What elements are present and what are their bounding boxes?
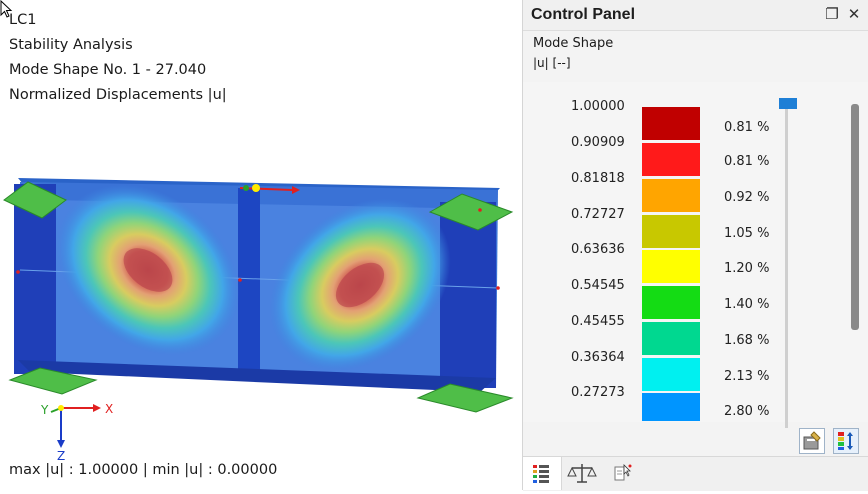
legend-value: 0.90909 <box>571 135 625 150</box>
restore-window-icon[interactable]: ❐ <box>823 5 841 23</box>
range-slider-handle[interactable] <box>779 98 797 109</box>
axis-triad: X Y Z <box>40 402 113 462</box>
result-info: LC1 Stability Analysis Mode Shape No. 1 … <box>9 8 227 108</box>
balance-scale-icon <box>567 464 597 483</box>
legend-value: 0.45455 <box>571 314 625 329</box>
legend-swatch <box>642 286 700 319</box>
legend-value: 0.81818 <box>571 171 625 186</box>
legend-value: 0.63636 <box>571 242 625 257</box>
panel-tabs <box>523 456 868 491</box>
legend-percent: 1.05 % <box>724 226 770 241</box>
mode-shape-title: Mode Shape <box>533 36 614 51</box>
structure-model <box>3 178 514 413</box>
control-panel: Control Panel ❐ ✕ Mode Shape |u| [--] 1.… <box>522 0 868 491</box>
display-settings-icon <box>803 431 821 450</box>
legend-swatch <box>642 143 700 176</box>
legend-percent: 1.20 % <box>724 261 770 276</box>
legend-value: 1.00000 <box>571 99 625 114</box>
axis-y-label: Y <box>40 403 49 417</box>
range-slider-track[interactable] <box>785 98 788 428</box>
legend-percent: 2.80 % <box>724 404 770 419</box>
legend-swatch <box>642 107 700 140</box>
panel-title: Control Panel <box>531 6 636 23</box>
legend-swatch <box>642 393 700 421</box>
legend-value: 0.72727 <box>571 207 625 222</box>
unit-label: |u| [--] <box>533 56 571 70</box>
legend-swatch <box>642 322 700 355</box>
legend-percent: 1.40 % <box>724 297 770 312</box>
legend-percent: 0.81 % <box>724 120 770 135</box>
legend-swatch <box>642 179 700 212</box>
axis-z-label: Z <box>57 449 65 462</box>
legend-value: 0.36364 <box>571 350 625 365</box>
filter-cursor-icon <box>614 464 632 481</box>
analysis-type-label: Stability Analysis <box>9 37 133 53</box>
axis-x-label: X <box>105 402 113 416</box>
legend-percent: 0.92 % <box>724 190 770 205</box>
display-settings-button[interactable] <box>799 428 825 454</box>
legend-scrollbar-thumb[interactable] <box>851 104 859 330</box>
panel-header: Control Panel ❐ ✕ <box>523 0 868 31</box>
legend-swatch <box>642 250 700 283</box>
load-case-label: LC1 <box>9 12 37 28</box>
legend-percent: 1.68 % <box>724 333 770 348</box>
model-viewport[interactable]: LC1 Stability Analysis Mode Shape No. 1 … <box>0 0 520 490</box>
color-scale-icon <box>838 432 853 450</box>
legend-value: 0.54545 <box>571 278 625 293</box>
legend-swatch <box>642 358 700 391</box>
legend-value: 0.27273 <box>571 385 625 400</box>
legend-percent: 2.13 % <box>724 369 770 384</box>
tab-balance[interactable] <box>563 457 601 490</box>
color-scale-button[interactable] <box>833 428 859 454</box>
color-list-icon <box>533 465 549 483</box>
legend-swatch <box>642 215 700 248</box>
legend-percent: 0.81 % <box>724 154 770 169</box>
tab-filter[interactable] <box>603 457 641 490</box>
tab-color-scale[interactable] <box>523 457 562 490</box>
close-icon[interactable]: ✕ <box>845 5 863 23</box>
extremes-label: max |u| : 1.00000 | min |u| : 0.00000 <box>9 462 278 478</box>
result-type-label: Normalized Displacements |u| <box>9 87 227 103</box>
mode-shape-label: Mode Shape No. 1 - 27.040 <box>9 62 207 78</box>
